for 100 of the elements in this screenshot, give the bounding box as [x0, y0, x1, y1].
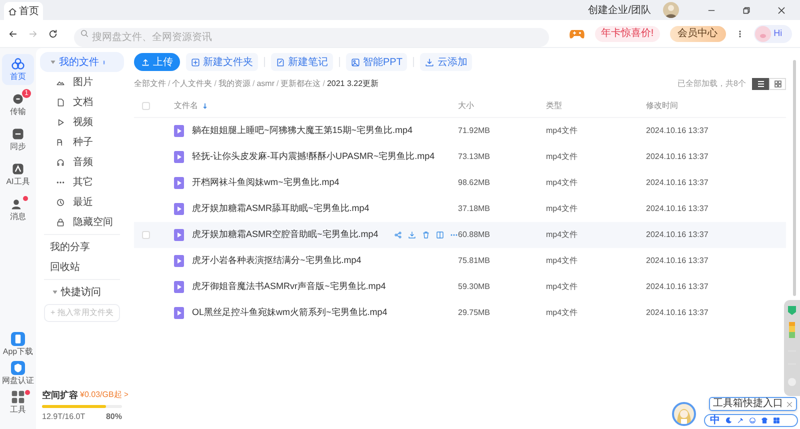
breadcrumb-link[interactable]: 我的资源: [218, 78, 250, 90]
more-icon: [102, 58, 106, 66]
grid-view-button[interactable]: [769, 78, 786, 90]
category-item[interactable]: 视频: [40, 112, 124, 132]
file-size: 73.13MB: [458, 151, 492, 163]
my-files-item[interactable]: 我的文件: [40, 52, 124, 72]
file-name[interactable]: 虎牙御姐音魔法书ASMRvr声音版~宅男鱼比.mp4: [192, 280, 386, 294]
search-field[interactable]: 搜网盘文件、全网资源资讯: [74, 28, 549, 47]
file-type: mp4文件: [546, 203, 579, 215]
category-item[interactable]: 文档: [40, 92, 124, 112]
download-icon[interactable]: [408, 231, 416, 239]
phone-icon: [11, 332, 25, 346]
headphones-icon: [56, 158, 65, 166]
breadcrumb-separator: /: [322, 78, 326, 90]
quick-access-item[interactable]: 快捷访问: [40, 282, 124, 302]
video-file-icon: [174, 281, 184, 293]
sidebar-item[interactable]: 我的分享: [40, 237, 124, 257]
refresh-icon: [48, 28, 58, 38]
breadcrumb-separator: /: [251, 78, 256, 90]
column-header[interactable]: 文件名: [174, 100, 198, 112]
file-name[interactable]: 虎牙小岩各种表演抠结满分~宅男鱼比.mp4: [192, 254, 362, 268]
grid-icon: [773, 417, 780, 424]
document-icon: [56, 98, 65, 106]
toolbar-button[interactable]: 新建文件夹: [186, 53, 258, 71]
video-file-icon: [174, 177, 184, 189]
video-file-icon: [174, 151, 184, 163]
rail-item[interactable]: 工具: [1, 390, 35, 415]
rail-item[interactable]: App下载: [1, 332, 35, 357]
toolbar-button[interactable]: 云添加: [420, 53, 472, 71]
close-icon: [777, 6, 786, 14]
home-icon: [8, 6, 17, 16]
toolbar-button[interactable]: 新建笔记: [271, 53, 333, 71]
breadcrumb-link[interactable]: 更新都在这: [280, 78, 321, 90]
ime-button[interactable]: 中: [710, 416, 720, 426]
file-name[interactable]: 开档网袜斗鱼阅妹wm~宅男鱼比.mp4: [192, 176, 340, 190]
file-name[interactable]: 虎牙娱加糖霜ASMR舔耳助眠~宅男鱼比.mp4: [192, 202, 370, 216]
rail-item[interactable]: 消息: [2, 194, 34, 225]
vip-center-button[interactable]: 会员中心: [670, 26, 726, 42]
sidebar-item[interactable]: 最近: [40, 192, 124, 212]
download-icon: [425, 58, 434, 66]
user-avatar[interactable]: [663, 2, 679, 18]
moon-icon: [725, 417, 732, 424]
caret-icon: [52, 289, 58, 295]
column-header[interactable]: 大小: [458, 100, 474, 112]
breadcrumb-link[interactable]: asmr: [256, 78, 274, 90]
shield-icon: [11, 361, 25, 375]
category-item[interactable]: 音频: [40, 152, 124, 172]
video-file-icon: [174, 255, 184, 267]
row-checkbox[interactable]: [142, 231, 150, 239]
scrollbar[interactable]: [793, 60, 796, 296]
storage-title: 空间扩容: [42, 388, 78, 402]
sidebar-item[interactable]: 隐藏空间: [40, 212, 124, 232]
modified-time: 2024.10.16 13:37: [646, 203, 710, 215]
column-header[interactable]: 修改时间: [646, 100, 678, 112]
file-name[interactable]: 轻抚-让你头皮发麻-耳内震撼!酥酥小UPASMR~宅男鱼比.mp4: [192, 150, 435, 164]
file-size: 37.18MB: [458, 203, 492, 215]
category-item[interactable]: 种子: [40, 132, 124, 152]
rail-item[interactable]: 网盘认证: [1, 361, 35, 386]
modified-time: 2024.10.16 13:37: [646, 125, 710, 137]
promo-badge[interactable]: 年卡惊喜价!: [594, 26, 660, 42]
sort-icon: [202, 102, 208, 110]
toolbar-button[interactable]: 智能PPT: [346, 53, 408, 71]
team-link[interactable]: 创建企业/团队: [588, 2, 651, 18]
list-view-button[interactable]: [752, 78, 769, 90]
column-header[interactable]: 类型: [546, 100, 562, 112]
upload-icon: [141, 58, 150, 66]
sidebar-item[interactable]: 回收站: [40, 257, 124, 277]
shirt-icon: [761, 417, 768, 424]
file-size: 59.30MB: [458, 281, 492, 293]
home-tab[interactable]: 首页: [4, 2, 43, 20]
breadcrumb-link[interactable]: 个人文件夹: [172, 78, 212, 90]
caret-icon: [50, 59, 56, 65]
share-icon[interactable]: [394, 231, 402, 239]
panel-icon[interactable]: [436, 231, 444, 239]
file-row[interactable]: 虎牙娱加糖霜ASMR空腔音助眠~宅男鱼比.mp4 60.88MB mp4文件 2024.10.16 13:37: [134, 222, 786, 248]
letters-icon: [56, 138, 65, 146]
greeting-button[interactable]: Hi: [754, 24, 792, 42]
category-item[interactable]: 其它: [40, 172, 124, 192]
select-all-checkbox[interactable]: [142, 102, 150, 110]
breadcrumb-link[interactable]: 2021 3.22更新: [326, 78, 379, 90]
pig-avatar-icon: [754, 24, 772, 42]
trash-icon[interactable]: [422, 231, 430, 239]
file-name[interactable]: 躺在姐姐腿上睡吧~阿狒狒大魔王第15期~宅男鱼比.mp4: [192, 124, 413, 138]
rail-item[interactable]: AI工具: [2, 159, 34, 190]
smile-icon: [749, 417, 756, 424]
upload-button[interactable]: 上传: [134, 53, 180, 71]
image-icon: [351, 58, 360, 66]
rail-item[interactable]: 同步: [2, 124, 34, 155]
restore-icon: [742, 6, 751, 14]
list-icon: [756, 80, 764, 88]
file-type: mp4文件: [546, 177, 579, 189]
file-name[interactable]: 虎牙娱加糖霜ASMR空腔音助眠~宅男鱼比.mp4: [192, 228, 378, 242]
video-file-icon: [174, 203, 184, 215]
gamepad-icon[interactable]: [568, 28, 585, 40]
category-item[interactable]: 图片: [40, 72, 124, 92]
modified-time: 2024.10.16 13:37: [646, 307, 710, 319]
load-status: 已全部加载，共8个: [678, 78, 746, 90]
breadcrumb-link[interactable]: 全部文件: [134, 78, 166, 90]
rail-item[interactable]: 首页: [2, 54, 34, 85]
file-name[interactable]: OL黑丝足控斗鱼宛妹wm火箭系列~宅男鱼比.mp4: [192, 306, 388, 320]
